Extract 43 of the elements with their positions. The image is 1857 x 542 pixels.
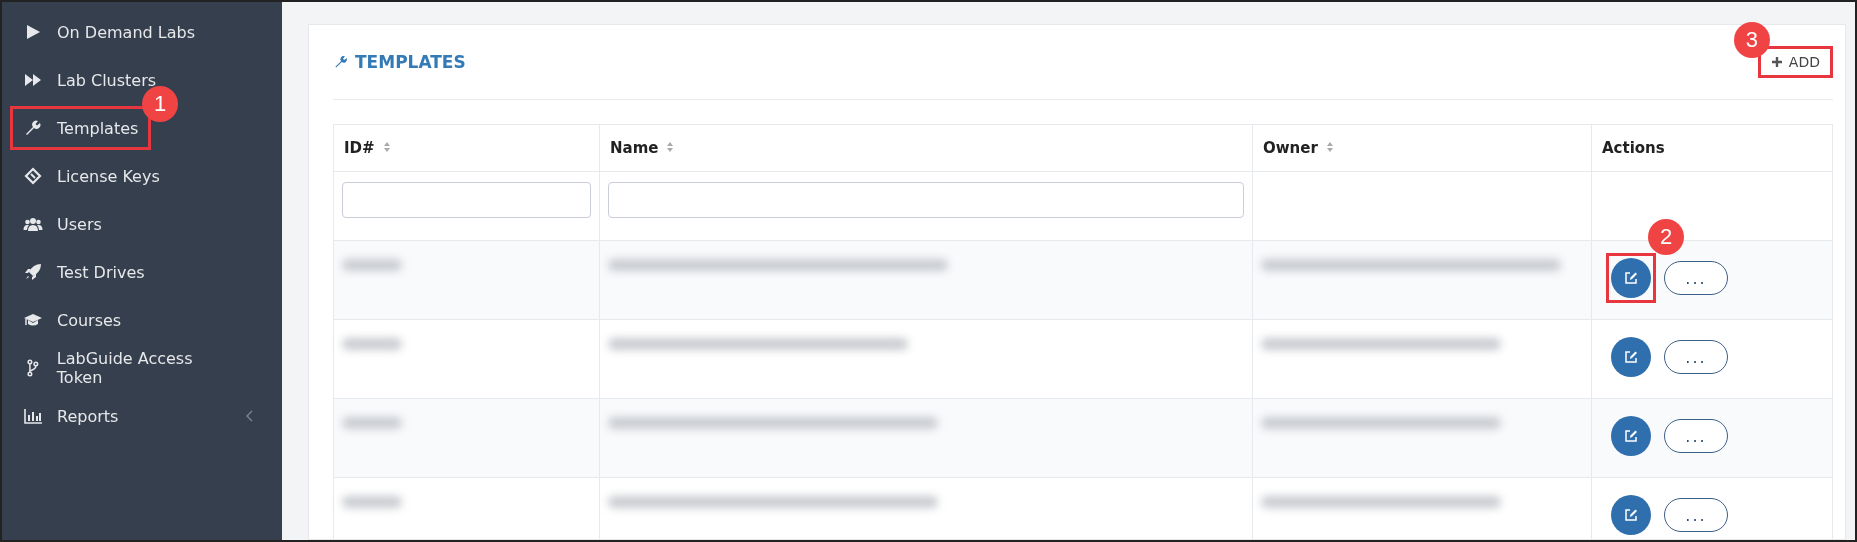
column-header[interactable]: ID# [333,124,600,172]
edit-icon [1624,429,1638,443]
sidebar-item[interactable]: Courses [2,298,274,342]
edit-button[interactable] [1611,495,1651,535]
edit-icon [1624,271,1638,285]
sidebar-item[interactable]: Test Drives [2,250,274,294]
edit-icon [1624,350,1638,364]
column-header[interactable]: Owner [1252,124,1592,172]
sort-icon [1325,141,1334,153]
blurred-text [342,417,402,429]
sort-icon [382,141,391,153]
edit-button[interactable] [1611,258,1651,298]
plus-icon [1770,56,1783,68]
blurred-text [342,496,402,508]
edit-button[interactable] [1611,337,1651,377]
ticket-icon [23,166,43,186]
blurred-text [342,259,402,271]
callout-badge: 1 [142,86,178,122]
callout-badge: 3 [1733,22,1770,58]
sort-icon [666,141,675,153]
filter-field[interactable] [342,182,591,218]
sidebar-item[interactable]: License Keys [2,154,274,198]
edit-button[interactable] [1611,416,1651,456]
sidebar-item[interactable]: LabGuide Access Token [2,346,274,390]
column-header[interactable]: Name [599,124,1253,172]
filter-field[interactable] [608,182,1244,218]
blurred-text [342,338,402,350]
callout-badge: 2 [1648,219,1684,255]
wrench-icon [333,54,349,70]
column-header: Actions [1591,124,1833,172]
sidebar-item[interactable]: Users [2,202,274,246]
sidebar-item[interactable]: On Demand Labs [2,10,274,54]
edit-icon [1624,508,1638,522]
sidebar-item[interactable]: Reports [2,394,274,438]
rocket-icon [23,262,43,282]
add-button[interactable]: ADD [1757,46,1833,78]
bar-chart-icon [23,406,43,426]
panel-title-text: TEMPLATES [355,52,466,72]
more-button[interactable]: ... [1664,419,1728,453]
more-button[interactable]: ... [1664,498,1728,532]
chevron-left-icon [246,410,254,422]
more-button[interactable]: ... [1664,261,1728,295]
more-button[interactable]: ... [1664,340,1728,374]
